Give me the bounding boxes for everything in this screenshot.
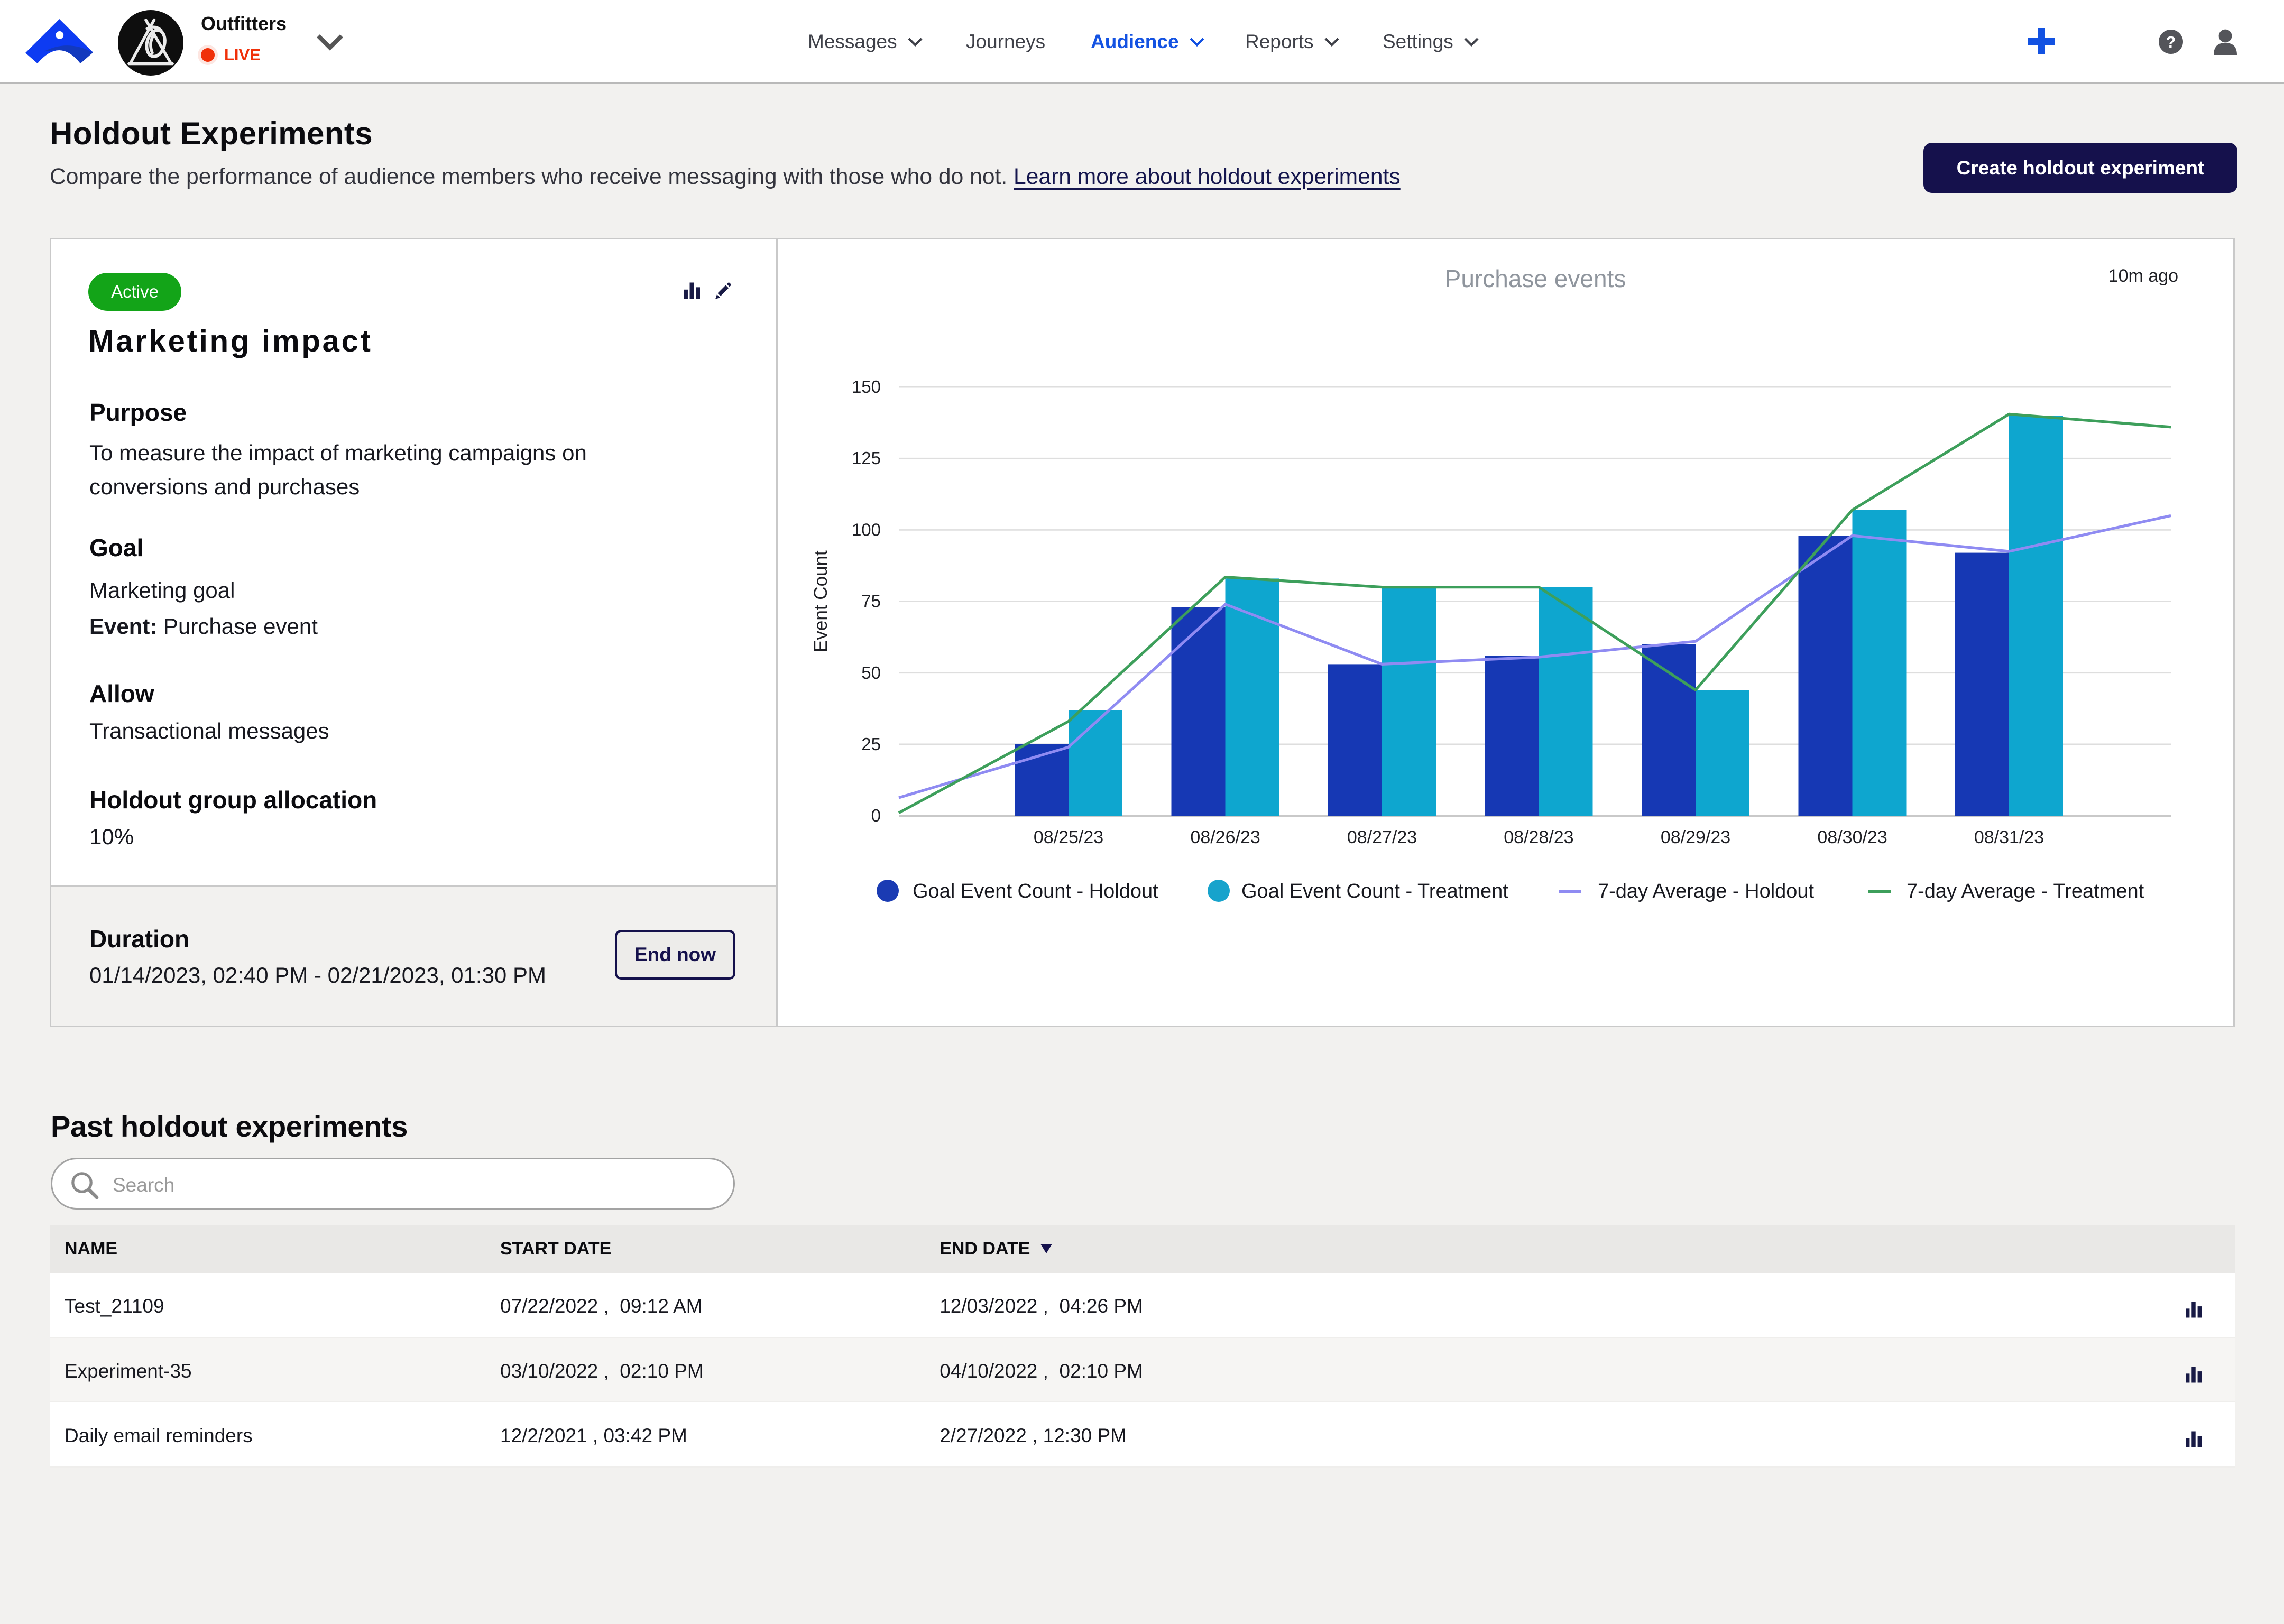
svg-text:?: ? (2166, 33, 2176, 51)
